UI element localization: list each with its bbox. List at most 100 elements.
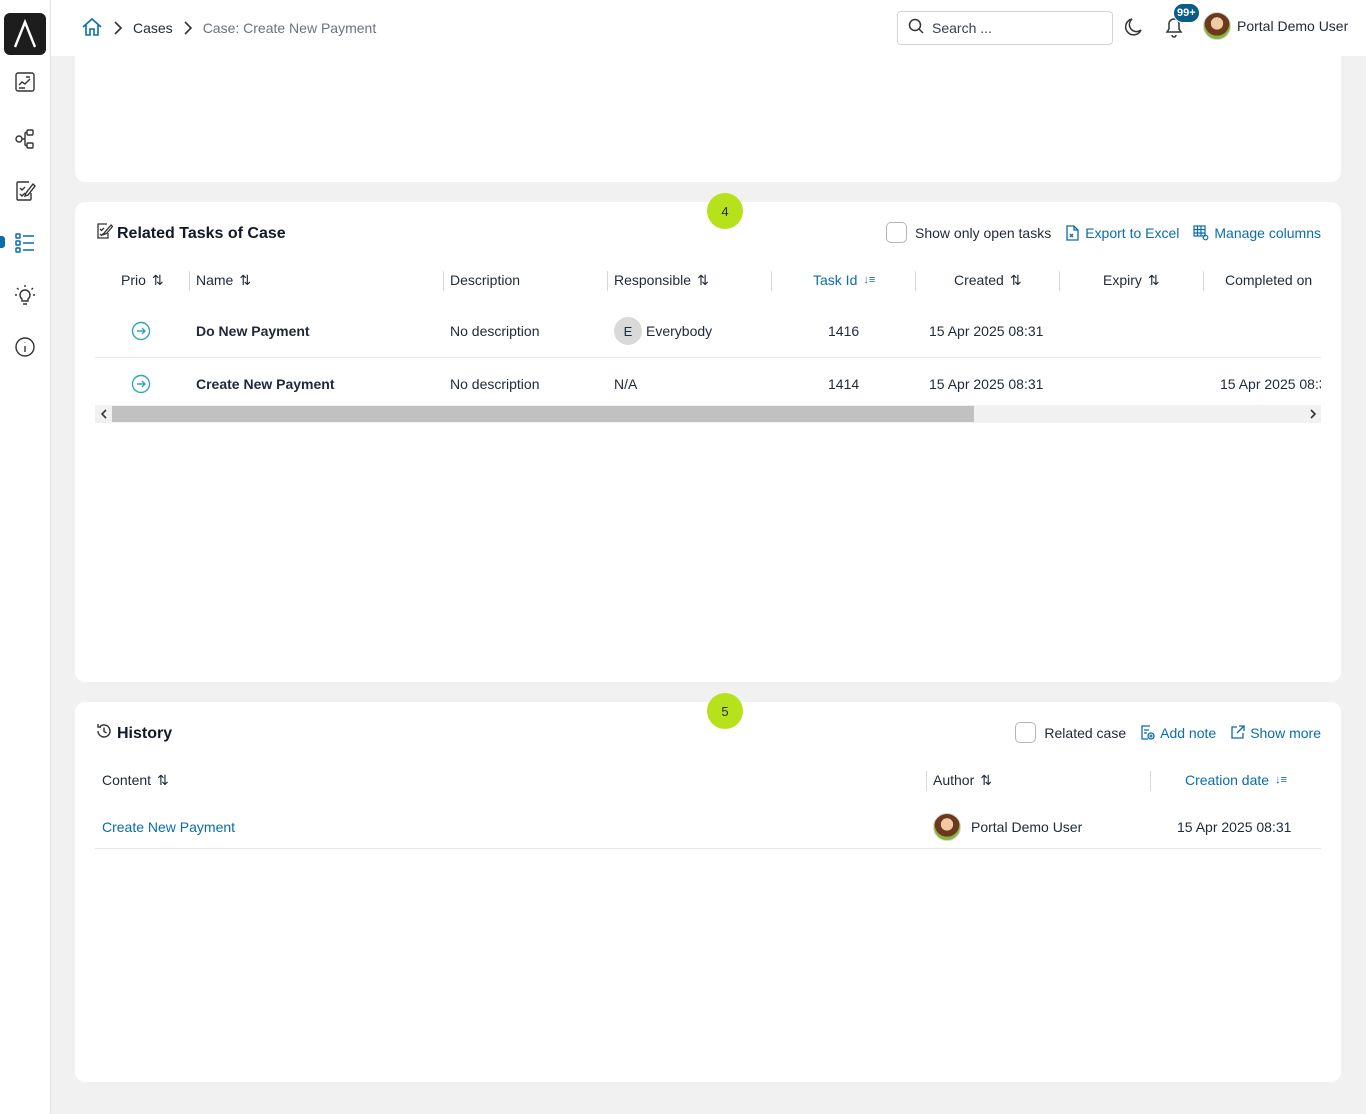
table-row[interactable]: Create New Payment Portal Demo User 15 A…	[95, 805, 1321, 849]
task-created: 15 Apr 2025 08:31	[929, 376, 1044, 392]
priority-normal-icon	[131, 305, 151, 357]
avatar	[933, 812, 961, 841]
history-creation-date: 15 Apr 2025 08:31	[1177, 818, 1292, 835]
col-author[interactable]: Author ⇅	[933, 755, 992, 805]
search-box[interactable]	[897, 11, 1113, 45]
task-name[interactable]: Do New Payment	[196, 305, 310, 357]
history-author: Portal Demo User	[933, 805, 1082, 848]
related-case-checkbox[interactable]: Related case	[1015, 722, 1126, 743]
col-responsible[interactable]: Responsible ⇅	[614, 255, 709, 305]
scrollbar-thumb[interactable]	[112, 406, 974, 422]
checkbox-label: Show only open tasks	[915, 224, 1052, 241]
notification-badge: 99+	[1173, 3, 1200, 23]
table-row[interactable]: Do New Payment No description E Everybod…	[95, 305, 1321, 358]
cases-icon[interactable]	[13, 231, 37, 255]
export-excel-button[interactable]: Export to Excel	[1065, 225, 1179, 241]
breadcrumb-current: Case: Create New Payment	[202, 20, 377, 36]
col-description[interactable]: Description	[450, 255, 520, 305]
author-name: Portal Demo User	[971, 818, 1083, 835]
sort-icon: ⇅	[157, 771, 169, 788]
col-completed[interactable]: Completed on	[1225, 255, 1312, 305]
chevron-right-icon	[183, 21, 193, 35]
column-divider	[189, 271, 190, 291]
history-content-link[interactable]: Create New Payment	[102, 805, 235, 848]
tasks-toolbar: Show only open tasks Export to Excel Man…	[886, 222, 1321, 243]
dashboard-icon[interactable]	[13, 70, 37, 94]
manage-columns-button[interactable]: Manage columns	[1193, 225, 1321, 241]
checkbox-box[interactable]	[1015, 722, 1037, 743]
dark-mode-toggle-icon[interactable]	[1123, 16, 1147, 40]
add-note-button[interactable]: Add note	[1140, 725, 1216, 741]
task-name[interactable]: Create New Payment	[196, 358, 335, 410]
tasks-table-header: Prio ⇅ Name ⇅ Description Responsible ⇅ Tas…	[95, 255, 1321, 305]
task-list-icon	[95, 222, 114, 245]
statistics-icon[interactable]	[13, 283, 37, 307]
col-creation-date-label: Creation date	[1185, 772, 1270, 788]
task-description: No description	[450, 323, 540, 339]
checkbox-label: Related case	[1044, 724, 1127, 741]
home-icon[interactable]	[81, 16, 103, 41]
show-open-tasks-checkbox[interactable]: Show only open tasks	[886, 222, 1051, 243]
excel-file-icon	[1066, 224, 1079, 241]
col-task-id[interactable]: Task Id ↓≡	[813, 255, 875, 305]
user-menu[interactable]: Portal Demo User	[1203, 12, 1348, 40]
col-created[interactable]: Created ⇅	[954, 255, 1022, 305]
breadcrumb-cases[interactable]: Cases	[133, 20, 173, 36]
chevron-right-icon	[113, 21, 123, 35]
col-author-label: Author	[933, 772, 975, 788]
history-card: 5 History Related case Add note Show mor…	[75, 693, 1341, 1082]
horizontal-scrollbar[interactable]	[95, 405, 1321, 423]
search-icon	[908, 18, 924, 39]
column-divider	[607, 271, 608, 291]
tasks-icon[interactable]	[13, 179, 37, 203]
col-task-id-label: Task Id	[813, 272, 858, 288]
active-nav-indicator	[0, 236, 5, 248]
priority-normal-icon	[131, 358, 151, 410]
table-row[interactable]: Create New Payment No description N/A 14…	[95, 358, 1321, 411]
col-created-label: Created	[954, 272, 1004, 288]
task-completed: 15 Apr 2025 08:31	[1220, 376, 1321, 392]
task-responsible: E Everybody	[614, 305, 712, 357]
tasks-table: Prio ⇅ Name ⇅ Description Responsible ⇅ Tas…	[95, 255, 1321, 411]
processes-icon[interactable]	[13, 127, 37, 151]
scroll-left-icon[interactable]	[95, 405, 112, 423]
related-tasks-title-text: Related Tasks of Case	[117, 224, 286, 242]
export-excel-label: Export to Excel	[1085, 224, 1180, 241]
app-logo[interactable]	[4, 13, 46, 55]
responsible-name: Everybody	[646, 323, 713, 339]
column-divider	[915, 271, 916, 291]
sort-icon: ⇅	[697, 271, 709, 288]
column-divider	[771, 271, 772, 291]
history-table: Content ⇅ Author ⇅ Creation date ↓≡ Create …	[95, 755, 1321, 849]
col-expiry[interactable]: Expiry ⇅	[1103, 255, 1160, 305]
history-toolbar: Related case Add note Show more	[1015, 722, 1321, 743]
top-bar: Cases Case: Create New Payment 99+ Porta…	[51, 0, 1366, 56]
col-content[interactable]: Content ⇅	[102, 755, 169, 805]
checkbox-box[interactable]	[886, 222, 908, 243]
sidebar	[0, 0, 51, 1114]
show-more-button[interactable]: Show more	[1230, 725, 1321, 741]
responsible-initial-avatar: E	[614, 317, 642, 345]
sort-icon: ⇅	[1147, 271, 1160, 288]
col-content-label: Content	[102, 772, 152, 788]
case-details-card	[75, 50, 1341, 182]
task-id: 1414	[828, 376, 860, 392]
info-icon[interactable]	[13, 335, 37, 359]
external-link-icon	[1231, 725, 1245, 739]
sort-desc-icon: ↓≡	[863, 274, 876, 286]
user-name: Portal Demo User	[1237, 18, 1349, 34]
col-description-label: Description	[450, 272, 521, 288]
column-divider	[443, 271, 444, 291]
manage-columns-label: Manage columns	[1214, 224, 1321, 241]
search-input[interactable]	[932, 20, 1092, 36]
show-more-label: Show more	[1250, 724, 1321, 741]
col-prio-label: Prio	[121, 272, 146, 288]
col-name[interactable]: Name ⇅	[196, 255, 251, 305]
col-creation-date[interactable]: Creation date ↓≡	[1185, 755, 1287, 805]
sort-icon: ⇅	[239, 271, 252, 288]
step-badge: 5	[707, 693, 743, 729]
add-note-label: Add note	[1160, 724, 1217, 741]
sort-icon: ⇅	[1009, 271, 1022, 288]
col-prio[interactable]: Prio ⇅	[121, 255, 164, 305]
scroll-right-icon[interactable]	[1304, 405, 1321, 423]
